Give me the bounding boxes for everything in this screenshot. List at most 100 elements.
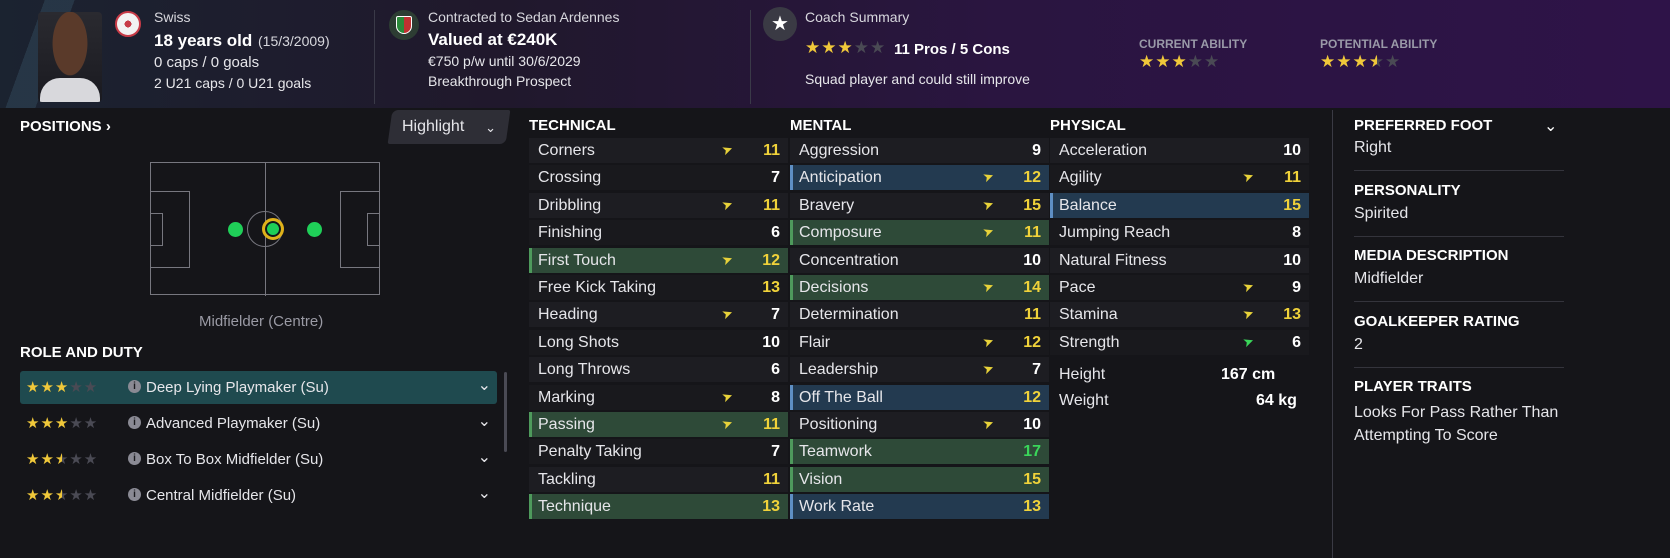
role-label: Deep Lying Playmaker (Su) (146, 379, 329, 396)
attribute-value: 9 (1032, 142, 1041, 159)
potential-ability-stars: ★★★★★ (1320, 52, 1402, 71)
attribute-value: 17 (1023, 443, 1041, 461)
chevron-down-icon[interactable]: ⌄ (1544, 116, 1557, 136)
position-dot-am[interactable] (307, 222, 322, 237)
attribute-row[interactable]: Marking ➤ 8 (529, 384, 788, 410)
attribute-row[interactable]: Stamina ➤ 13 (1050, 302, 1309, 328)
attribute-row[interactable]: Teamwork 17 (790, 439, 1049, 465)
attribute-name: Balance (1059, 196, 1117, 214)
attribute-row[interactable]: Flair ➤ 12 (790, 329, 1049, 355)
attribute-row[interactable]: Leadership ➤ 7 (790, 357, 1049, 383)
attribute-row[interactable]: Pace ➤ 9 (1050, 274, 1309, 300)
attribute-row[interactable]: Tackling 11 (529, 466, 788, 492)
position-dot-mc[interactable] (262, 218, 284, 240)
attribute-row[interactable]: Dribbling ➤ 11 (529, 192, 788, 218)
trend-up-icon: ➤ (719, 414, 736, 433)
attribute-row[interactable]: Natural Fitness 10 (1050, 247, 1309, 273)
attribute-row[interactable]: Decisions ➤ 14 (790, 274, 1049, 300)
role-row[interactable]: ★★★★★ i Box To Box Midfielder (Su) ⌄ (20, 443, 497, 476)
coach-rating-stars: ★★★★★ (805, 38, 887, 57)
attribute-row[interactable]: Long Shots 10 (529, 329, 788, 355)
attribute-row[interactable]: Composure ➤ 11 (790, 220, 1049, 246)
swiss-flag-icon (115, 11, 141, 37)
attribute-row[interactable]: Heading ➤ 7 (529, 302, 788, 328)
prospect-status: Breakthrough Prospect (428, 73, 572, 89)
position-pitch[interactable] (150, 162, 380, 296)
attribute-name: Long Shots (538, 333, 619, 351)
chevron-down-icon[interactable]: ⌄ (478, 375, 491, 395)
role-row[interactable]: ★★★★★ i Central Midfielder (Su) ⌄ (20, 479, 497, 512)
trend-up-icon: ➤ (980, 359, 997, 378)
current-ability-stars: ★★★★★ (1139, 52, 1221, 71)
attribute-value: 15 (1283, 196, 1301, 214)
attribute-row[interactable]: Bravery ➤ 15 (790, 192, 1049, 218)
attribute-name: Positioning (799, 415, 878, 433)
position-dot-dm[interactable] (228, 222, 243, 237)
attribute-row[interactable]: Balance 15 (1050, 192, 1309, 218)
attribute-value: 13 (1023, 498, 1041, 516)
trend-up-icon: ➤ (980, 332, 997, 351)
info-icon[interactable]: i (128, 488, 141, 501)
attribute-row[interactable]: Work Rate 13 (790, 494, 1049, 520)
player-photo[interactable] (38, 12, 102, 102)
chevron-down-icon[interactable]: ⌄ (478, 411, 491, 431)
attribute-row[interactable]: Free Kick Taking 13 (529, 274, 788, 300)
player-trait[interactable]: Looks For Pass Rather Than (1354, 404, 1558, 422)
attribute-value: 12 (762, 251, 780, 269)
attribute-value: 7 (771, 306, 780, 324)
chevron-down-icon[interactable]: ⌄ (478, 447, 491, 467)
attribute-value: 11 (1024, 306, 1041, 324)
attribute-row[interactable]: Aggression 9 (790, 138, 1049, 163)
media-description-value: Midfielder (1354, 270, 1424, 287)
attribute-row[interactable]: Concentration 10 (790, 247, 1049, 273)
role-stars: ★★★★★ (26, 415, 99, 432)
attribute-row[interactable]: Acceleration 10 (1050, 138, 1309, 163)
player-trait-continued[interactable]: Attempting To Score (1354, 427, 1498, 445)
attribute-row[interactable]: Crossing 7 (529, 165, 788, 191)
info-icon[interactable]: i (128, 380, 141, 393)
wage-info: €750 p/w until 30/6/2029 (428, 53, 581, 69)
attribute-value: 8 (771, 388, 780, 406)
info-icon[interactable]: i (128, 452, 141, 465)
pros-cons: 11 Pros / 5 Cons (894, 41, 1010, 58)
attribute-name: Dribbling (538, 196, 602, 214)
divider (1354, 170, 1564, 171)
club-badge-icon[interactable] (389, 10, 419, 40)
player-value: Valued at €240K (428, 30, 558, 49)
chevron-down-icon[interactable]: ⌄ (478, 483, 491, 503)
role-row[interactable]: ★★★★★ i Advanced Playmaker (Su) ⌄ (20, 407, 497, 440)
attribute-name: Crossing (538, 169, 602, 187)
attribute-name: Work Rate (799, 498, 875, 516)
attribute-row[interactable]: Technique 13 (529, 494, 788, 520)
attribute-row[interactable]: Vision 15 (790, 466, 1049, 492)
attribute-row[interactable]: Positioning ➤ 10 (790, 411, 1049, 437)
contract-club[interactable]: Contracted to Sedan Ardennes (428, 9, 619, 25)
attribute-value: 7 (771, 169, 780, 187)
attribute-row[interactable]: Long Throws 6 (529, 357, 788, 383)
role-row[interactable]: ★★★★★ i Deep Lying Playmaker (Su) ⌄ (20, 371, 497, 404)
attribute-row[interactable]: Agility ➤ 11 (1050, 165, 1309, 191)
attribute-row[interactable]: Anticipation ➤ 12 (790, 165, 1049, 191)
highlight-label: Highlight (402, 118, 465, 135)
highlight-dropdown[interactable]: Highlight ⌄ (387, 110, 511, 144)
attribute-name: Concentration (799, 251, 899, 269)
attribute-row[interactable]: Jumping Reach 8 (1050, 220, 1309, 246)
attribute-row[interactable]: Passing ➤ 11 (529, 411, 788, 437)
attribute-row[interactable]: Strength ➤ 6 (1050, 329, 1309, 355)
attribute-row[interactable]: Determination 11 (790, 302, 1049, 328)
attribute-name: Corners (538, 142, 595, 159)
attribute-row[interactable]: Finishing 6 (529, 220, 788, 246)
attribute-row[interactable]: First Touch ➤ 12 (529, 247, 788, 273)
attribute-row[interactable]: Penalty Taking 7 (529, 439, 788, 465)
age-text: 18 years old (154, 31, 253, 50)
positions-title[interactable]: POSITIONS › (20, 118, 111, 135)
info-icon[interactable]: i (128, 416, 141, 429)
attribute-row[interactable]: Corners ➤ 11 (529, 138, 788, 163)
coach-summary-title[interactable]: Coach Summary (805, 9, 909, 25)
role-label: Box To Box Midfielder (Su) (146, 451, 324, 468)
roles-scrollbar[interactable] (504, 372, 507, 452)
attribute-name: Acceleration (1059, 142, 1148, 159)
attribute-value: 11 (763, 142, 780, 159)
attribute-value: 13 (762, 278, 780, 296)
attribute-row[interactable]: Off The Ball 12 (790, 384, 1049, 410)
